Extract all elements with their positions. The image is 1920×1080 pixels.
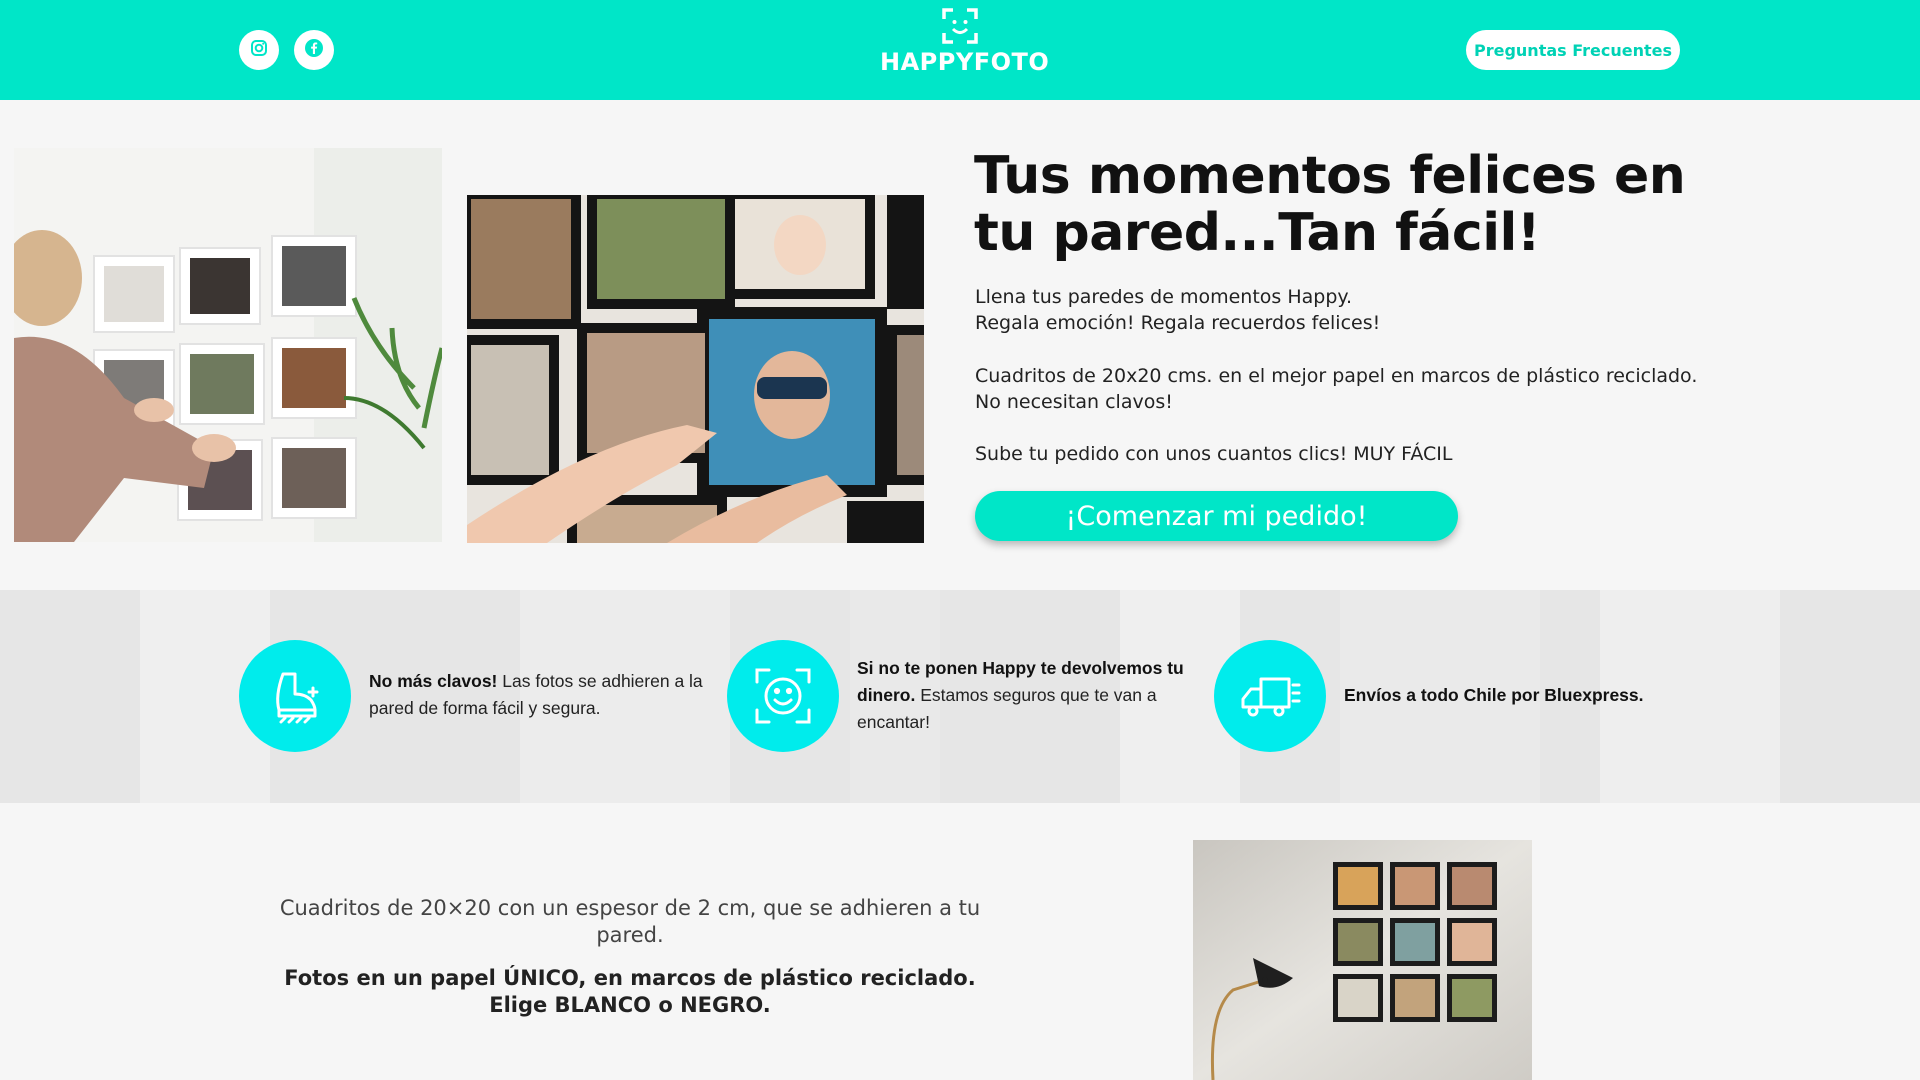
feature-circle-3: [1214, 640, 1326, 752]
brand-logo[interactable]: HAPPYFOTO: [880, 8, 1050, 76]
feature-text-1: No más clavos! Las fotos se adhieren a l…: [369, 668, 709, 722]
hero-title: Tus momentos felices en tu pared...Tan f…: [974, 148, 1794, 262]
hero-photo-black-frames: [467, 195, 924, 543]
hero-photo-gallery-wall: [14, 148, 442, 542]
facebook-icon: [304, 38, 324, 62]
hero-p2-line2: No necesitan clavos!: [975, 391, 1173, 413]
instagram-icon: [250, 39, 268, 61]
happy-face-icon: [755, 668, 811, 724]
brand-name: HAPPYFOTO: [880, 48, 1050, 76]
feature-text-3: Envíos a todo Chile por Bluexpress.: [1344, 682, 1704, 709]
feature-text-2: Si no te ponen Happy te devolvemos tu di…: [857, 655, 1187, 736]
focus-frame-icon: [942, 8, 978, 44]
hero-title-line1: Tus momentos felices en: [974, 146, 1686, 206]
hero-paragraph-3: Sube tu pedido con unos cuantos clics! M…: [975, 443, 1453, 465]
hero-title-line2: tu pared...Tan fácil!: [974, 203, 1541, 263]
intro-highlight-line1: Fotos en un papel ÚNICO, en marcos de pl…: [284, 966, 976, 990]
feature-circle-1: [239, 640, 351, 752]
hero-p2-line1: Cuadritos de 20x20 cms. en el mejor pape…: [975, 365, 1698, 387]
facebook-link[interactable]: [294, 30, 334, 70]
feature-circle-2: [727, 640, 839, 752]
hero-paragraph-2: Cuadritos de 20x20 cms. en el mejor pape…: [975, 363, 1775, 415]
intro-highlight: Fotos en un papel ÚNICO, en marcos de pl…: [270, 965, 990, 1019]
hero-p1-line1: Llena tus paredes de momentos Happy.: [975, 286, 1352, 308]
site-header: HAPPYFOTO Preguntas Frecuentes: [0, 0, 1920, 100]
intro-description: Cuadritos de 20×20 con un espesor de 2 c…: [279, 896, 981, 947]
delivery-truck-icon: [1241, 677, 1301, 717]
hero-paragraph-1: Llena tus paredes de momentos Happy. Reg…: [975, 284, 1775, 336]
feature-3-bold: Envíos a todo Chile por Bluexpress.: [1344, 685, 1644, 705]
faq-button[interactable]: Preguntas Frecuentes: [1466, 30, 1680, 70]
hero-p1-line2: Regala emoción! Regala recuerdos felices…: [975, 312, 1381, 334]
feature-1-bold: No más clavos!: [369, 671, 498, 691]
adhesive-icon: [276, 672, 319, 724]
intro-highlight-line2: Elige BLANCO o NEGRO.: [489, 993, 771, 1017]
start-order-button[interactable]: ¡Comenzar mi pedido!: [975, 491, 1458, 541]
product-photo-wall-lamp: [1193, 840, 1532, 1080]
instagram-link[interactable]: [239, 30, 279, 70]
